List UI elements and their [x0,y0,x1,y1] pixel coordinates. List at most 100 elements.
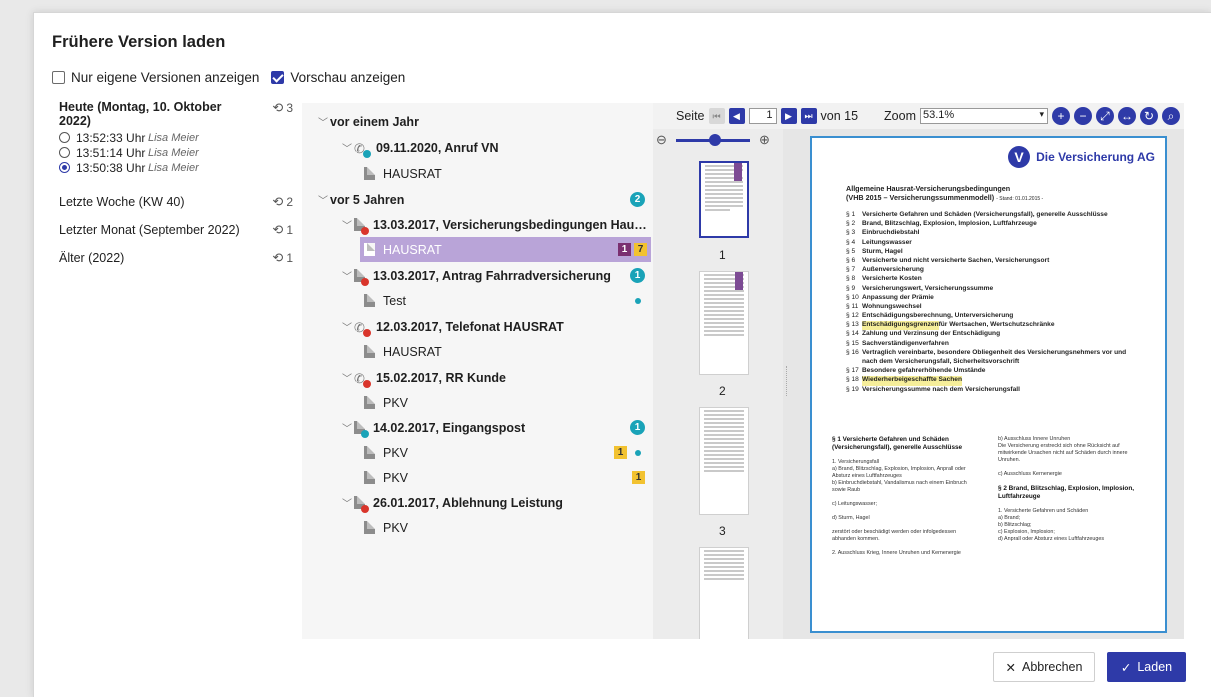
first-page-button[interactable]: ⏮ [708,108,725,124]
page-thumbnail[interactable] [699,271,749,375]
today-group-header[interactable]: Heute (Montag, 10. Oktober 2022) ⟲ 3 ︿ [59,100,313,128]
zoom-in-icon[interactable]: ⊕ [759,132,770,148]
tree-entry[interactable]: ﹀ 14.02.2017, Eingangspost 1 [302,415,653,440]
check-icon: ✓ [1120,660,1132,675]
page-thumbnail[interactable] [699,547,749,639]
chevron-down-icon[interactable]: ﹀ [318,114,330,129]
toc-text: Anpassung der Prämie [862,293,934,301]
version-list: 13:52:33 Uhr Lisa Meier 13:51:14 Uhr Lis… [59,130,313,175]
version-item[interactable]: 13:50:38 Uhr Lisa Meier [59,160,313,175]
chevron-down-icon[interactable]: ﹀ [342,319,354,334]
rotate-icon[interactable]: ↻ [1139,107,1158,125]
chevron-down-icon[interactable]: ﹀ [342,495,354,510]
own-versions-label: Nur eigene Versionen anzeigen [71,70,260,85]
chevron-down-icon[interactable]: ﹀ [342,217,354,232]
badge-yellow: 1 [632,471,645,484]
toc-number: § 18 [846,376,859,384]
chevron-down-icon[interactable]: ﹀ [342,420,354,435]
tree-document[interactable]: PKV [302,390,653,415]
toc-row: § 1 Versicherte Gefahren und Schäden (Ver… [846,211,1165,220]
chevron-down-icon[interactable]: ﹀ [342,140,354,155]
tree-document[interactable]: HAUSRAT [302,161,653,186]
slider-knob[interactable] [709,134,721,146]
doc-toc: § 1 Versicherte Gefahren und Schäden (Ver… [846,211,1165,395]
tree-entry[interactable]: ﹀ 13.03.2017, Versicherungsbedingungen H… [302,212,653,237]
next-page-button[interactable]: ▶ [780,108,797,124]
viewer-toolbar: Seite ⏮ ◀ 1 ▶ ⏭ von 15 Zoom 53.1% ▾ + − ⤢… [653,103,1184,129]
search-icon[interactable]: ⌕ [1161,107,1180,125]
phone-icon: ✆ [354,141,371,158]
toc-text: Versicherungswert, Versicherungssumme [862,284,994,292]
toc-text: Sachverständigenverfahren [862,339,949,347]
tree-document[interactable]: HAUSRAT [302,339,653,364]
toc-number: § 1 [846,211,856,218]
tree-document[interactable]: Test [302,288,653,313]
version-item[interactable]: 13:52:33 Uhr Lisa Meier [59,130,313,145]
logo-icon: V [1008,146,1031,168]
load-button[interactable]: ✓ Laden [1107,652,1186,682]
cancel-button[interactable]: ✕ Abbrechen [993,652,1095,682]
toc-number: § 15 [846,339,859,347]
group-label: Letzter Monat (September 2022) [59,223,240,237]
toc-row: § 13 Entschädigungsgrenzen für Wertsachen… [846,321,1165,331]
page-thumbnail[interactable] [699,161,749,238]
document-icon [364,396,375,409]
toc-row: § 19 Versicherungssumme nach dem Versiche… [846,386,1165,395]
version-item[interactable]: 13:51:14 Uhr Lisa Meier [59,145,313,160]
chevron-down-icon[interactable]: ﹀ [342,268,354,283]
zoom-in-icon[interactable]: + [1051,107,1070,125]
prev-page-button[interactable]: ◀ [728,108,745,124]
group-label: Älter (2022) [59,251,125,265]
tree-entry[interactable]: ﹀ ✆ 09.11.2020, Anruf VN [302,135,653,160]
zoom-select[interactable]: 53.1% ▾ [919,108,1048,124]
tree-document[interactable]: PKV [302,515,653,540]
thumbnail-strip: ⊖ ⊕ 1 2 3 [653,129,783,639]
fit-page-icon[interactable]: ⤢ [1095,107,1114,125]
tree-section-5y[interactable]: ﹀ vor 5 Jahren 2 [302,187,653,212]
toc-row: § 3 Einbruchdiebstahl [846,229,1165,238]
entry-label: 13.03.2017, Versicherungsbedingungen Hau… [373,217,647,232]
toc-number: § 6 [846,256,856,264]
chevron-down-icon[interactable]: ﹀ [318,192,330,207]
unread-dot [635,449,641,456]
thumbnail-zoom-slider[interactable]: ⊖ ⊕ [656,132,776,148]
section-label: vor 5 Jahren [330,192,405,207]
fit-width-icon[interactable]: ↔ [1117,107,1136,125]
tree-document-selected[interactable]: HAUSRAT 1 7 [360,237,651,262]
close-icon: ✕ [1005,660,1016,675]
tree-document[interactable]: PKV 1 [302,465,653,490]
unread-dot [635,297,641,304]
group-last-week[interactable]: Letzte Woche (KW 40) ⟲2﹀ [59,188,313,216]
preview-checkbox[interactable] [271,71,285,84]
panel-resize-handle[interactable] [786,366,789,396]
tree-entry[interactable]: ﹀ ✆ 15.02.2017, RR Kunde [302,365,653,390]
group-count: 2 [286,195,293,209]
tree-section-year[interactable]: ﹀ vor einem Jahr [302,109,653,134]
tree-entry[interactable]: ﹀ 13.03.2017, Antrag Fahrradversicherung… [302,263,653,288]
toc-number: § 4 [846,238,856,246]
tree-document[interactable]: PKV 1 [302,440,653,465]
version-radio[interactable] [59,147,70,158]
toc-text: Versicherte Kosten [862,275,922,283]
doc-column-left: § 1 Versicherte Gefahren und Schäden (Ve… [832,436,967,556]
zoom-out-icon[interactable]: − [1073,107,1092,125]
version-radio[interactable] [59,132,70,143]
version-radio-selected[interactable] [59,162,70,173]
page-input[interactable]: 1 [748,108,777,124]
group-last-month[interactable]: Letzter Monat (September 2022) ⟲1﹀ [59,216,313,244]
doc-label: Test [383,293,406,308]
zoom-out-icon[interactable]: ⊖ [656,132,667,148]
own-versions-checkbox[interactable] [52,71,65,84]
tree-entry[interactable]: ﹀ ✆ 12.03.2017, Telefonat HAUSRAT [302,314,653,339]
toc-number: § 10 [846,293,859,301]
page-thumbnail[interactable] [699,407,749,515]
tree-entry[interactable]: ﹀ 26.01.2017, Ablehnung Leistung [302,490,653,515]
options-row: Nur eigene Versionen anzeigen Vorschau a… [52,70,411,85]
last-page-button[interactable]: ⏭ [800,108,817,124]
toc-text: Besondere gefahrerhöhende Umstände [862,367,986,375]
chevron-down-icon[interactable]: ﹀ [342,370,354,385]
doc-label: PKV [383,395,409,410]
version-time: 13:50:38 Uhr [76,160,146,175]
group-older[interactable]: Älter (2022) ⟲1﹀ [59,244,313,272]
thumbnail-number: 3 [719,524,726,538]
